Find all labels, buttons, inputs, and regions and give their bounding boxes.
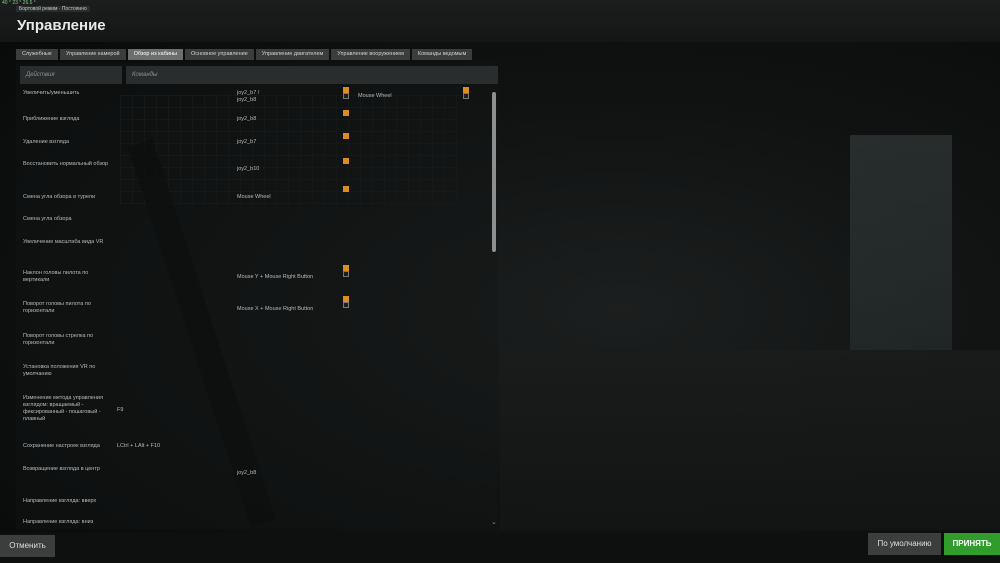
action-label: Направление взгляда: вниз bbox=[23, 519, 94, 525]
binding-primary[interactable]: joy2_b7 / joy2_b8 bbox=[237, 90, 267, 104]
action-label: Увеличение масштаба вида VR bbox=[23, 239, 104, 245]
binding-primary[interactable]: joy2_b8 bbox=[237, 116, 256, 123]
action-label: Удаление взгляда bbox=[23, 139, 70, 145]
action-label: Направление взгляда: вверх bbox=[23, 498, 97, 504]
binding-primary[interactable]: F9 bbox=[117, 407, 123, 414]
action-label: Возвращение взгляда в центр bbox=[23, 466, 100, 472]
cancel-button[interactable]: Отменить bbox=[0, 535, 55, 557]
bottom-bar bbox=[0, 533, 1000, 563]
binding-checkbox[interactable] bbox=[463, 93, 469, 99]
action-label: Наклон головы пилота по вертикали bbox=[23, 270, 89, 283]
binding-checkbox[interactable] bbox=[343, 133, 349, 139]
binding-primary[interactable]: joy2_b10 bbox=[237, 166, 259, 173]
binding-checkbox[interactable] bbox=[343, 186, 349, 192]
tab-cockpit-view[interactable]: Обзор из кабины bbox=[127, 49, 183, 60]
binding-checkbox[interactable] bbox=[343, 110, 349, 116]
action-label: Восстановить нормальный обзор bbox=[23, 161, 109, 167]
accept-button[interactable]: ПРИНЯТЬ bbox=[944, 533, 1000, 555]
column-header-actions: Действия bbox=[20, 66, 122, 84]
performance-hud: 40 ° 23 ° 26.5 ° Бортовой режим · Постоя… bbox=[2, 0, 90, 12]
hud-line-2: Бортовой режим · Постоянно bbox=[16, 6, 90, 12]
binding-primary[interactable]: Mouse Y + Mouse Right Button bbox=[237, 274, 313, 281]
binding-primary[interactable]: LCtrl + LAlt + F10 bbox=[117, 443, 160, 450]
tab-service[interactable]: Служебные bbox=[16, 49, 58, 60]
action-label: Увеличить/уменьшить bbox=[23, 90, 80, 96]
background-hangar-floor bbox=[500, 350, 1000, 530]
column-header-commands: Команды bbox=[126, 66, 498, 84]
action-label: Поворот головы стрелка по горизонтали bbox=[23, 333, 94, 346]
action-label: Смена угла обзора в турели bbox=[23, 194, 96, 200]
chevron-down-icon[interactable]: ⌄ bbox=[491, 518, 497, 526]
tab-basic-controls[interactable]: Основное управление bbox=[184, 49, 254, 60]
page-title: Управление bbox=[17, 17, 106, 34]
action-label: Поворот головы пилота по горизонтали bbox=[23, 301, 91, 314]
action-label: Изменение метода управления взглядом: вр… bbox=[23, 395, 103, 422]
action-label: Сохранение настроек взгляда bbox=[23, 443, 100, 449]
binding-primary[interactable]: Mouse Wheel bbox=[237, 194, 271, 201]
binding-primary[interactable]: joy2_b7 bbox=[237, 139, 256, 146]
binding-checkbox[interactable] bbox=[343, 271, 349, 277]
action-label: Приближение взгляда bbox=[23, 116, 80, 122]
scrollbar-thumb[interactable] bbox=[492, 92, 496, 252]
tab-camera[interactable]: Управление камерой bbox=[59, 49, 126, 60]
tab-engine[interactable]: Управление двигателем bbox=[255, 49, 330, 60]
binding-checkbox[interactable] bbox=[343, 302, 349, 308]
action-label: Установка положения VR по умолчанию bbox=[23, 364, 96, 377]
reset-defaults-button[interactable]: По умолчанию bbox=[868, 533, 941, 555]
binding-primary[interactable]: Mouse X + Mouse Right Button bbox=[237, 306, 313, 313]
binding-secondary[interactable]: Mouse Wheel bbox=[358, 93, 392, 100]
category-tabs: Служебные Управление камерой Обзор из ка… bbox=[16, 49, 473, 60]
binding-checkbox[interactable] bbox=[343, 158, 349, 164]
action-label: Смена угла обзора bbox=[23, 216, 72, 222]
background-hangar-window bbox=[850, 135, 952, 350]
bindings-panel: Действия Команды Увеличить/уменьшить joy… bbox=[16, 63, 498, 529]
top-header: Управление bbox=[0, 0, 1000, 42]
tab-wingmen[interactable]: Команды ведомым bbox=[411, 49, 473, 60]
tab-weapons[interactable]: Управление вооружением bbox=[331, 49, 410, 60]
binding-checkbox[interactable] bbox=[343, 93, 349, 99]
binding-primary[interactable]: joy2_b8 bbox=[237, 470, 256, 477]
